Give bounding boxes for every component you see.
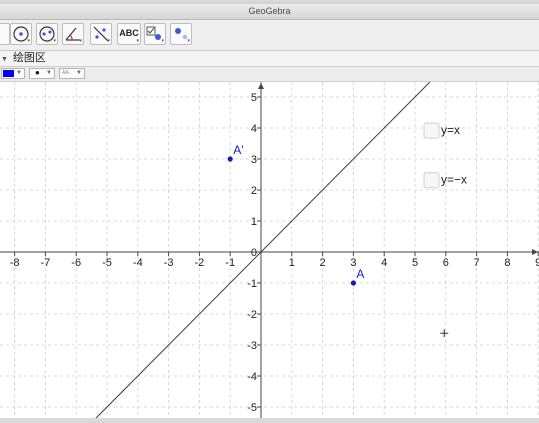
checkbox-y-equals-x[interactable]: y=x	[423, 122, 460, 139]
checkbox-box	[423, 122, 440, 139]
color-swatch	[3, 70, 14, 77]
text-tool[interactable]: ABC ▾	[117, 23, 141, 45]
y-tick-label: 1	[251, 216, 257, 228]
chevron-down-icon: ▾	[161, 38, 164, 44]
chevron-down-icon: ▾	[187, 38, 190, 44]
chevron-down-icon: ▼	[16, 70, 22, 76]
style-bar: ▼ ● ▼ AA ▼	[0, 67, 539, 82]
graphics-view-title: 绘图区	[12, 52, 46, 64]
y-tick-label: -4	[247, 371, 257, 383]
x-tick-label: 5	[412, 257, 418, 269]
point-label: A	[356, 267, 364, 281]
y-tick-label: 2	[251, 185, 257, 197]
window-title: GeoGebra	[0, 4, 539, 20]
x-tick-label: -2	[195, 257, 205, 269]
x-tick-label: -3	[164, 257, 174, 269]
y-tick-label: -1	[247, 278, 257, 290]
checkbox-tool[interactable]: ▾	[144, 23, 166, 45]
chevron-down-icon: ▾	[27, 38, 30, 44]
chevron-down-icon: ▾	[79, 38, 82, 44]
crosshair-cursor-icon	[440, 329, 449, 338]
checkbox-box	[423, 172, 440, 189]
chevron-down-icon: ▾	[136, 38, 139, 44]
point-style-icon: ●	[35, 68, 40, 77]
ellipse-tool[interactable]: ▾	[36, 23, 58, 45]
x-axis-arrow-icon	[532, 249, 538, 255]
point-style-button[interactable]: ● ▼	[29, 68, 55, 79]
graphics-view-header: ▼ 绘图区	[0, 51, 539, 67]
point-label: A'	[233, 143, 243, 157]
y-tick-label: -3	[247, 340, 257, 352]
checkbox-y-equals-minus-x[interactable]: y=−x	[423, 172, 467, 189]
y-tick-label: 3	[251, 154, 257, 166]
coordinate-plane[interactable]: -8 -7 -6 -5 -4 -3 -2 -1 1 2 3 4 5 6 7 8 9543210-1-2-3-4-…	[0, 65, 539, 423]
point-a	[350, 280, 356, 286]
x-tick-label: -8	[10, 257, 20, 269]
checkbox-label: y=x	[441, 123, 460, 137]
label-style-button[interactable]: AA ▼	[59, 68, 85, 79]
x-tick-label: 8	[504, 257, 510, 269]
y-tick-label: 4	[251, 123, 257, 135]
y-axis-arrow-icon	[258, 83, 264, 89]
y-tick-label: 5	[251, 92, 257, 104]
x-tick-label: 1	[289, 257, 295, 269]
circle-with-center-tool[interactable]: ▾	[10, 23, 32, 45]
label-style-icon: AA	[62, 70, 69, 76]
chevron-down-icon: ▼	[76, 70, 82, 76]
y-tick-label: -2	[247, 309, 257, 321]
partial-tool-button[interactable]	[0, 23, 10, 45]
toolbar: ▾ ▾ ▾ ▾ ABC ▾ ▾ ▾	[0, 20, 539, 51]
window-bottom-edge	[0, 418, 539, 423]
x-tick-label: -5	[102, 257, 112, 269]
y-tick-label: -5	[247, 402, 257, 414]
x-tick-label: -4	[133, 257, 143, 269]
point-a-prime	[227, 156, 233, 162]
angle-tool[interactable]: ▾	[62, 23, 84, 45]
x-tick-label: -1	[225, 257, 235, 269]
reflect-about-line-tool[interactable]: ▾	[90, 23, 112, 45]
move-graphics-view-tool[interactable]: ▾	[170, 23, 192, 45]
x-tick-label: 6	[443, 257, 449, 269]
checkbox-label: y=−x	[441, 173, 467, 187]
x-tick-label: -6	[71, 257, 81, 269]
x-tick-label: -7	[41, 257, 51, 269]
graphics-view[interactable]: -8 -7 -6 -5 -4 -3 -2 -1 1 2 3 4 5 6 7 8 9 5 4 3 2 1 0 -1 -2 -3 -4-…	[0, 65, 539, 423]
x-tick-label: 9	[535, 257, 539, 269]
collapse-triangle-icon[interactable]: ▼	[1, 56, 8, 63]
color-picker-button[interactable]: ▼	[1, 68, 25, 79]
chevron-down-icon: ▼	[46, 70, 52, 76]
x-tick-label: 4	[381, 257, 387, 269]
x-tick-label: 7	[474, 257, 480, 269]
x-tick-label: 2	[320, 257, 326, 269]
chevron-down-icon: ▾	[107, 38, 110, 44]
chevron-down-icon: ▾	[53, 38, 56, 44]
